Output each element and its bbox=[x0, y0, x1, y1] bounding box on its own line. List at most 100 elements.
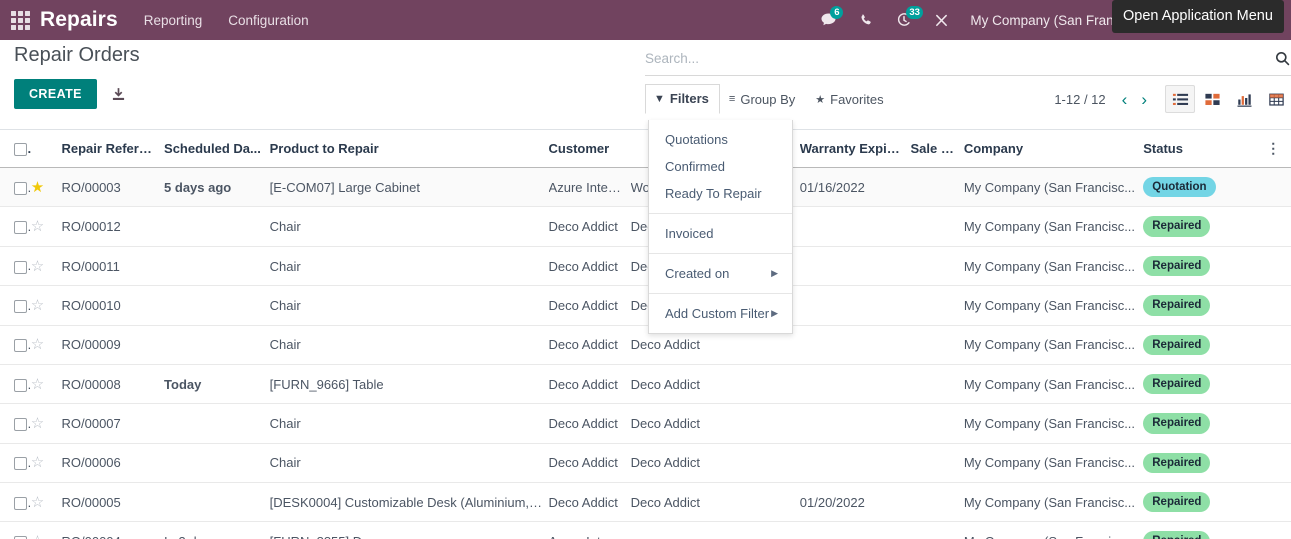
star-outline-icon[interactable]: ☆ bbox=[31, 298, 44, 313]
cell-product-to-repair: [DESK0004] Customizable Desk (Aluminium,… bbox=[269, 482, 549, 523]
cell-scheduled-date bbox=[164, 482, 270, 523]
table-row[interactable]: ☆ RO/00009 Chair Deco Addict Deco Addict My C… bbox=[0, 325, 1291, 365]
row-checkbox[interactable] bbox=[14, 457, 27, 471]
star-outline-icon[interactable]: ☆ bbox=[31, 337, 44, 352]
filters-label: Filters bbox=[669, 91, 709, 106]
table-row[interactable]: ☆ RO/00005 [DESK0004] Customizable Desk (A… bbox=[0, 482, 1291, 523]
cell-sale-order bbox=[910, 206, 964, 247]
row-checkbox[interactable] bbox=[14, 496, 27, 510]
cell-product-to-repair: Chair bbox=[269, 285, 549, 326]
column-scheduled-date[interactable]: Scheduled Da... bbox=[164, 130, 270, 169]
row-checkbox[interactable] bbox=[14, 418, 27, 432]
status-badge: Repaired bbox=[1143, 531, 1211, 539]
import-download-icon[interactable] bbox=[110, 86, 127, 103]
filter-menu-item-ready-to-repair[interactable]: Ready To Repair bbox=[649, 180, 792, 207]
star-filled-icon[interactable]: ★ bbox=[31, 180, 44, 195]
table-row[interactable]: ☆ RO/00008 Today [FURN_9666] Table Deco Addi… bbox=[0, 364, 1291, 405]
row-star-cell: ☆ bbox=[30, 206, 62, 247]
cell-customer: Deco Addict bbox=[548, 403, 631, 444]
create-button[interactable]: CREATE bbox=[14, 79, 97, 109]
table-row[interactable]: ☆ RO/00006 Chair Deco Addict Deco Addict My C… bbox=[0, 443, 1291, 484]
column-options-icon[interactable]: ⋮ bbox=[1266, 140, 1280, 156]
pager-next-icon[interactable]: › bbox=[1135, 91, 1153, 108]
menu-configuration[interactable]: Configuration bbox=[228, 13, 308, 28]
app-brand-repairs[interactable]: Repairs bbox=[40, 8, 118, 32]
filters-dropdown-button[interactable]: ▼ Filters bbox=[645, 84, 720, 114]
cell-scheduled-date bbox=[164, 443, 270, 484]
row-checkbox[interactable] bbox=[14, 299, 27, 313]
cell-customer: Deco Addict bbox=[548, 206, 631, 247]
star-outline-icon[interactable]: ☆ bbox=[31, 219, 44, 234]
filter-menu-item-created-on[interactable]: Created on ▶ bbox=[649, 260, 792, 287]
cell-repair-reference: RO/00003 bbox=[61, 167, 165, 208]
star-outline-icon[interactable]: ☆ bbox=[31, 259, 44, 274]
row-checkbox[interactable] bbox=[14, 221, 27, 235]
filter-menu-item-invoiced[interactable]: Invoiced bbox=[649, 220, 792, 247]
cell-options bbox=[1266, 206, 1291, 247]
star-outline-icon[interactable]: ☆ bbox=[31, 416, 44, 431]
group-by-lines-icon: ≡ bbox=[728, 93, 736, 105]
table-row[interactable]: ☆RO/00012ChairDeco AddictDeco AddictMy C… bbox=[0, 206, 1291, 247]
table-row[interactable]: ☆RO/00011ChairDeco AddictDeco AddictMy C… bbox=[0, 246, 1291, 287]
messages-badge: 6 bbox=[830, 5, 844, 19]
pivot-view-icon[interactable] bbox=[1261, 85, 1291, 113]
apps-grid-icon[interactable] bbox=[6, 6, 34, 34]
messages-icon[interactable]: 6 bbox=[819, 5, 844, 30]
column-repair-reference[interactable]: Repair Reference bbox=[61, 130, 165, 169]
cell-responsible: Deco Addict bbox=[630, 364, 800, 405]
filter-menu-item-add-custom-filter[interactable]: Add Custom Filter ▶ bbox=[649, 300, 792, 327]
cell-product-to-repair: [FURN_9666] Table bbox=[269, 364, 549, 405]
star-outline-icon[interactable]: ☆ bbox=[31, 495, 44, 510]
search-magnifier-icon[interactable] bbox=[1274, 50, 1291, 67]
row-checkbox[interactable] bbox=[14, 260, 27, 274]
row-checkbox[interactable] bbox=[14, 181, 27, 195]
list-view-icon[interactable] bbox=[1165, 85, 1195, 113]
graph-view-icon[interactable] bbox=[1229, 85, 1259, 113]
row-star-cell: ☆ bbox=[30, 482, 62, 523]
phone-icon[interactable] bbox=[858, 12, 875, 29]
column-warranty-expiration[interactable]: Warranty Expiration bbox=[799, 130, 911, 169]
row-checkbox[interactable] bbox=[14, 339, 27, 353]
filter-menu-item-quotations[interactable]: Quotations bbox=[649, 126, 792, 153]
status-badge: Repaired bbox=[1143, 255, 1211, 277]
star-outline-icon[interactable]: ☆ bbox=[31, 534, 44, 539]
filter-menu-item-confirmed[interactable]: Confirmed bbox=[649, 153, 792, 180]
kanban-view-icon[interactable] bbox=[1197, 85, 1227, 113]
select-all-checkbox[interactable] bbox=[14, 143, 27, 157]
table-row[interactable]: ☆ RO/00004In 3 days[FURN_8855] DrawerAzur… bbox=[0, 521, 1291, 539]
row-select-cell bbox=[0, 521, 31, 539]
column-status[interactable]: Status bbox=[1143, 130, 1267, 169]
activity-clock-icon[interactable]: 33 bbox=[895, 6, 923, 29]
cell-product-to-repair: [E-COM07] Large Cabinet bbox=[269, 167, 549, 208]
control-panel-buttons: CREATE bbox=[14, 79, 140, 109]
cell-repair-reference: RO/00008 bbox=[61, 364, 165, 405]
menu-reporting[interactable]: Reporting bbox=[144, 13, 203, 28]
row-star-cell: ☆ bbox=[30, 443, 62, 484]
cell-repair-reference: RO/00006 bbox=[61, 443, 165, 484]
cell-repair-reference: RO/00011 bbox=[61, 246, 165, 287]
search-input[interactable] bbox=[645, 51, 1268, 66]
debug-tools-icon[interactable] bbox=[933, 12, 950, 29]
pager-previous-icon[interactable]: ‹ bbox=[1116, 91, 1134, 108]
favorites-dropdown-button[interactable]: ★ Favorites bbox=[806, 85, 894, 114]
column-customer[interactable]: Customer bbox=[548, 130, 631, 169]
star-outline-icon[interactable]: ☆ bbox=[31, 455, 44, 470]
group-by-dropdown-button[interactable]: ≡ Group By bbox=[720, 85, 806, 114]
cell-scheduled-date bbox=[164, 246, 270, 287]
search-zone: ▼ Filters ≡ Group By ★ Favorites 1-12 / … bbox=[645, 48, 1291, 114]
column-sale-order[interactable]: Sale Order bbox=[910, 130, 964, 169]
column-company[interactable]: Company bbox=[963, 130, 1144, 169]
column-product-to-repair[interactable]: Product to Repair bbox=[269, 130, 549, 169]
cell-options bbox=[1266, 167, 1291, 208]
row-star-cell: ☆ bbox=[30, 403, 62, 444]
table-row[interactable]: ☆ RO/00007 Chair Deco Addict Deco Addict My C… bbox=[0, 403, 1291, 444]
star-column-header bbox=[30, 130, 62, 169]
table-row[interactable]: ★ RO/00003 5 days ago [E-COM07] Large Cabin… bbox=[0, 167, 1291, 208]
activity-badge: 33 bbox=[906, 6, 923, 19]
cell-company: My Company (San Francisc... bbox=[963, 167, 1144, 208]
table-row[interactable]: ☆RO/00010ChairDeco AddictDeco AddictMy C… bbox=[0, 285, 1291, 326]
cell-customer: Azure Interior bbox=[548, 521, 631, 539]
star-outline-icon[interactable]: ☆ bbox=[31, 377, 44, 392]
row-checkbox[interactable] bbox=[14, 378, 27, 392]
row-select-cell bbox=[0, 285, 31, 326]
